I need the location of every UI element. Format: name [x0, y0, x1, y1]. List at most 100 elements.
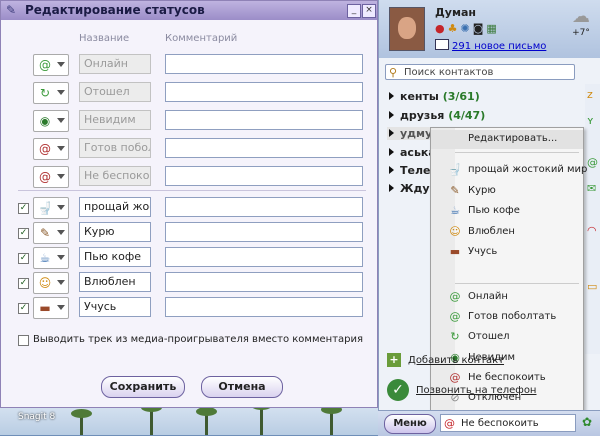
menu-item[interactable]: ☺ Влюблен: [431, 223, 583, 242]
status-icon[interactable]: ●: [435, 22, 448, 35]
menu-item[interactable]: ↻ Отошел: [431, 328, 583, 347]
status-comment-field[interactable]: [165, 297, 363, 317]
status-comment-field[interactable]: [165, 82, 363, 102]
status-icon-picker[interactable]: @: [33, 138, 69, 160]
column-header-name: Название: [79, 33, 130, 44]
flower-icon[interactable]: ✿: [582, 415, 592, 429]
menu-item-label: Влюблен: [468, 225, 515, 237]
status-enable-checkbox[interactable]: ✓: [18, 228, 29, 239]
sms-icon[interactable]: ✉: [587, 182, 596, 195]
side-toolbar: z ʏ @ ✉ ◠ ▭: [585, 84, 600, 354]
group-name: друзья: [400, 109, 445, 122]
status-icon: ↻: [39, 86, 51, 100]
contact-search[interactable]: ⚲ Поиск контактов: [385, 64, 575, 80]
status-selector[interactable]: @ Не беспокоить: [440, 414, 576, 432]
media-option-label: Выводить трек из медиа-проигрывателя вме…: [33, 334, 364, 345]
status-enable-checkbox[interactable]: ✓: [18, 253, 29, 264]
menu-button[interactable]: Меню: [384, 414, 436, 434]
menu-item[interactable]: @ Онлайн: [431, 288, 583, 307]
chat-icon[interactable]: @: [587, 156, 598, 169]
call-phone-link[interactable]: Позвонить на телефон: [416, 385, 536, 396]
expand-arrow-icon: [389, 148, 394, 156]
status-comment-field[interactable]: [165, 138, 363, 158]
status-name-field[interactable]: Учусь: [79, 297, 151, 317]
minimize-button[interactable]: _: [347, 4, 361, 18]
search-icon: ⚲: [389, 66, 398, 79]
status-row: ✓ ▬ Учусь: [18, 297, 366, 319]
chevron-down-icon: [57, 146, 65, 151]
mail-link[interactable]: 291 новое письмо: [452, 41, 546, 52]
menu-item[interactable]: Редактировать...: [431, 130, 583, 149]
status-comment-field[interactable]: [165, 166, 363, 186]
status-name-field: Готов поболт: [79, 138, 151, 158]
status-enable-checkbox[interactable]: ✓: [18, 303, 29, 314]
menu-item[interactable]: @ Готов поболтать: [431, 308, 583, 327]
menu-item-label: Учусь: [468, 246, 498, 257]
status-icon-picker[interactable]: ◉: [33, 110, 69, 132]
status-name-field[interactable]: Курю: [79, 222, 151, 242]
avatar[interactable]: [389, 7, 425, 51]
contact-group[interactable]: друзья (4/47): [389, 109, 485, 122]
status-icon-picker[interactable]: ☕: [33, 247, 69, 269]
status-name-field: Не беспокоит: [79, 166, 151, 186]
status-icon-picker[interactable]: 🚽: [33, 197, 69, 219]
chevron-down-icon: [57, 255, 65, 260]
chevron-down-icon: [57, 90, 65, 95]
status-comment-field[interactable]: [165, 222, 363, 242]
chevron-down-icon: [57, 230, 65, 235]
user-name[interactable]: Думан: [435, 6, 476, 19]
status-icon-picker[interactable]: @: [33, 166, 69, 188]
status-icon-picker[interactable]: ↻: [33, 82, 69, 104]
menu-item-label: прощай жостокий мир: [468, 164, 588, 175]
cancel-button[interactable]: Отмена: [201, 376, 283, 398]
add-contact-link[interactable]: Добавить контакт: [408, 355, 504, 366]
call-phone-bar[interactable]: ✓ Позвонить на телефон: [383, 377, 600, 407]
letter-icon[interactable]: ʏ: [587, 114, 594, 127]
menu-item-icon: 🚽: [448, 163, 462, 176]
status-comment-field[interactable]: [165, 54, 363, 74]
menu-item[interactable]: 🚽 прощай жостокий мир: [431, 161, 587, 180]
status-comment-field[interactable]: [165, 110, 363, 130]
palm-tree-icon: [251, 401, 272, 435]
status-icon: ◉: [39, 114, 51, 128]
dialog-titlebar[interactable]: ✎ Редактирование статусов _ ×: [1, 1, 377, 20]
close-button[interactable]: ×: [362, 4, 376, 18]
divider: [18, 190, 366, 191]
menu-item-icon: @: [449, 290, 461, 303]
folder-icon[interactable]: ▭: [587, 280, 597, 293]
status-icon-picker[interactable]: ☺: [33, 272, 69, 294]
menu-item-icon: ☺: [449, 224, 461, 238]
desktop-icon-label[interactable]: Snagit 8: [18, 412, 55, 422]
status-name-field[interactable]: Влюблен: [79, 272, 151, 292]
status-name-field[interactable]: Пью кофе: [79, 247, 151, 267]
status-icon-picker[interactable]: @: [33, 54, 69, 76]
chevron-down-icon: [57, 118, 65, 123]
status-icon: ☕: [39, 251, 51, 265]
status-icon-picker[interactable]: ✎: [33, 222, 69, 244]
status-enable-checkbox[interactable]: ✓: [18, 278, 29, 289]
status-icon-picker[interactable]: ▬: [33, 297, 69, 319]
status-icon: @: [39, 58, 51, 72]
weather-widget[interactable]: ☁ +7°: [565, 6, 597, 46]
contact-group[interactable]: кенты (3/61): [389, 90, 480, 103]
expand-arrow-icon: [389, 166, 394, 174]
status-comment-field[interactable]: [165, 197, 363, 217]
status-enable-checkbox[interactable]: ✓: [18, 203, 29, 214]
sort-icon[interactable]: z: [587, 88, 593, 101]
status-comment-field[interactable]: [165, 247, 363, 267]
tools-icon[interactable]: ▦: [486, 22, 499, 35]
phone-icon: ✓: [387, 379, 409, 401]
add-contact-bar[interactable]: + Добавить контакт: [383, 351, 600, 373]
chevron-down-icon: [57, 174, 65, 179]
media-checkbox[interactable]: [18, 335, 29, 346]
globe-icon[interactable]: ✺: [460, 22, 472, 35]
save-button[interactable]: Сохранить: [101, 376, 185, 398]
rainbow-icon[interactable]: ◠: [587, 224, 597, 237]
camera-icon[interactable]: ◙: [473, 22, 487, 35]
menu-item[interactable]: ✎ Курю: [431, 182, 583, 201]
menu-item[interactable]: ▬ Учусь: [431, 243, 583, 262]
status-comment-field[interactable]: [165, 272, 363, 292]
people-icon[interactable]: ♣: [448, 22, 461, 35]
status-name-field[interactable]: прощай жостк: [79, 197, 151, 217]
menu-item[interactable]: ☕ Пью кофе: [431, 202, 583, 221]
